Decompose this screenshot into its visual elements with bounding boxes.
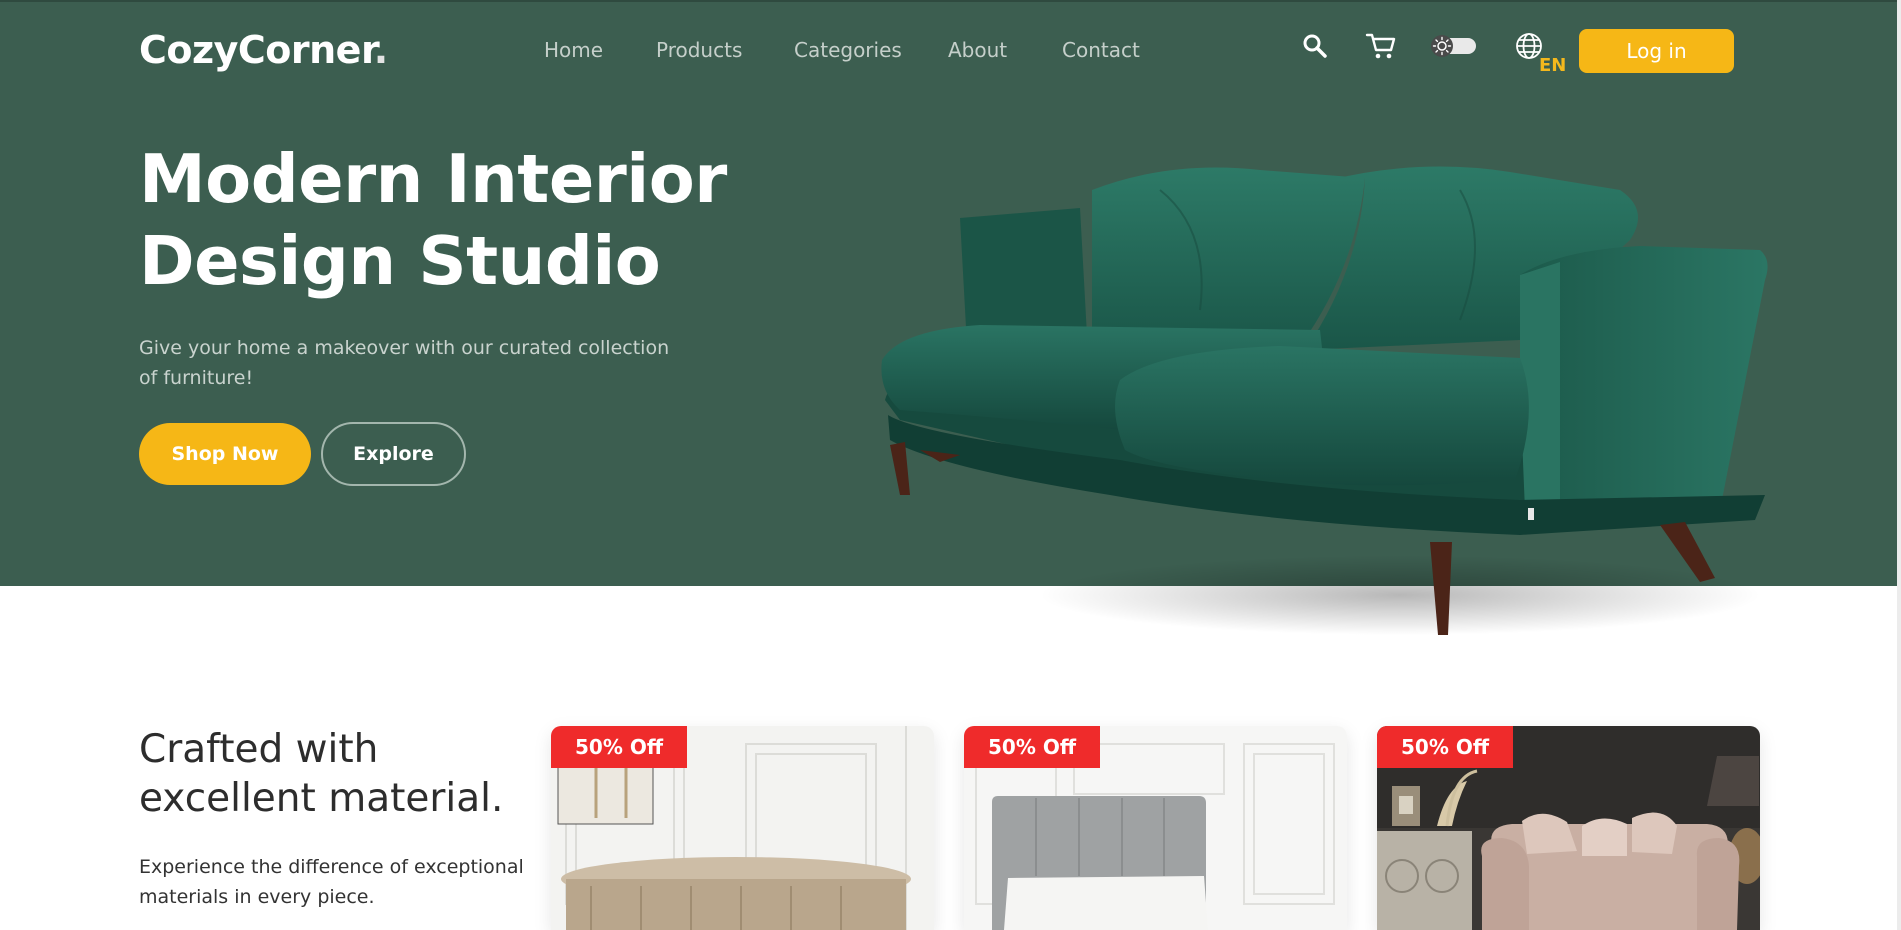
features-title: Crafted with excellent material.	[139, 727, 504, 821]
nav-link-categories[interactable]: Categories	[794, 38, 902, 62]
product-card[interactable]: 50% Off	[1377, 726, 1760, 930]
hero-subtitle: Give your home a makeover with our curat…	[139, 337, 670, 389]
brand-dot: .	[373, 28, 388, 72]
nav-link-products[interactable]: Products	[656, 38, 742, 62]
product-card[interactable]: 50% Off	[964, 726, 1347, 930]
brand-logo[interactable]: CozyCorner.	[139, 28, 388, 72]
features-text: Experience the difference of exceptional…	[139, 856, 524, 908]
cart-icon[interactable]	[1365, 31, 1397, 61]
page-scrollbar-edge	[1897, 0, 1901, 930]
discount-badge: 50% Off	[964, 726, 1101, 768]
discount-badge: 50% Off	[1377, 726, 1514, 768]
nav-link-contact[interactable]: Contact	[1062, 38, 1140, 62]
hero-title: Modern Interior Design Studio	[139, 140, 727, 300]
brand-name: CozyCorner	[139, 28, 374, 72]
login-button[interactable]: Log in	[1579, 29, 1734, 73]
hero-sofa-image	[860, 150, 1780, 640]
nav-link-home[interactable]: Home	[544, 38, 603, 62]
shop-now-button[interactable]: Shop Now	[139, 423, 311, 485]
explore-button[interactable]: Explore	[321, 422, 466, 486]
theme-toggle[interactable]	[1430, 34, 1478, 58]
product-card[interactable]: 50% Off	[551, 726, 934, 930]
discount-badge: 50% Off	[551, 726, 688, 768]
language-label[interactable]: EN	[1539, 55, 1566, 76]
search-icon[interactable]	[1302, 33, 1328, 59]
nav-link-about[interactable]: About	[948, 38, 1007, 62]
